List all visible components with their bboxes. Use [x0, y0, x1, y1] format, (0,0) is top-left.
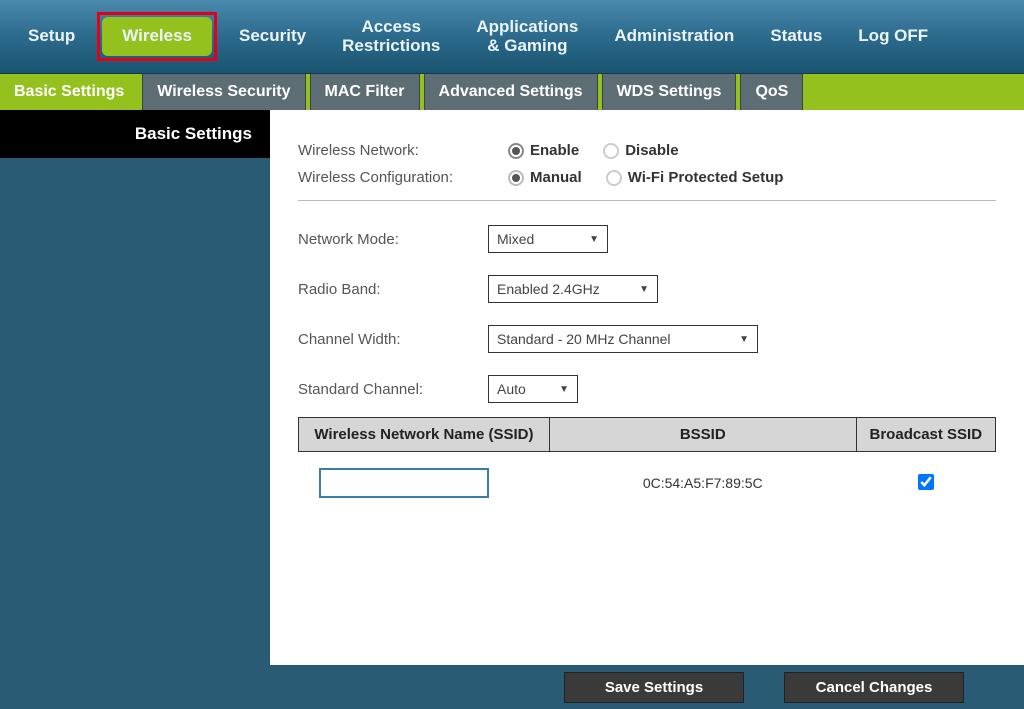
table-row: 0C:54:A5:F7:89:5C: [299, 452, 996, 515]
wireless-config-label: Wireless Configuration:: [298, 169, 508, 186]
radio-wireless-disable[interactable]: [603, 143, 619, 159]
sidebar-footer-bg: [0, 665, 270, 709]
col-broadcast-header: Broadcast SSID: [856, 418, 995, 452]
wireless-network-label: Wireless Network:: [298, 142, 508, 159]
bssid-value: 0C:54:A5:F7:89:5C: [549, 452, 856, 515]
radio-band-value: Enabled 2.4GHz: [497, 281, 600, 297]
network-mode-select[interactable]: Mixed ▼: [488, 225, 608, 253]
nav-setup[interactable]: Setup: [10, 15, 93, 58]
radio-wireless-enable[interactable]: [508, 143, 524, 159]
nav-access-restrictions[interactable]: AccessRestrictions: [324, 12, 458, 61]
tab-basic-settings[interactable]: Basic Settings: [0, 74, 138, 110]
channel-width-select[interactable]: Standard - 20 MHz Channel ▼: [488, 325, 758, 353]
sidebar-title: Basic Settings: [0, 110, 270, 158]
divider: [298, 200, 996, 201]
radio-config-manual[interactable]: [508, 170, 524, 186]
tab-mac-filter[interactable]: MAC Filter: [310, 74, 420, 110]
tab-wireless-security[interactable]: Wireless Security: [142, 74, 305, 110]
nav-administration[interactable]: Administration: [596, 15, 752, 58]
nav-applications-gaming[interactable]: Applications& Gaming: [458, 12, 596, 61]
broadcast-ssid-checkbox[interactable]: [918, 474, 934, 490]
channel-width-value: Standard - 20 MHz Channel: [497, 331, 671, 347]
col-ssid-header: Wireless Network Name (SSID): [299, 418, 550, 452]
nav-logoff[interactable]: Log OFF: [840, 15, 946, 58]
radio-config-manual-label: Manual: [530, 169, 582, 186]
chevron-down-icon: ▼: [639, 284, 649, 295]
tab-qos[interactable]: QoS: [740, 74, 803, 110]
radio-config-wps[interactable]: [606, 170, 622, 186]
footer-bar: Save Settings Cancel Changes: [270, 665, 1024, 709]
nav-wireless[interactable]: Wireless: [102, 17, 212, 56]
content-panel: Wireless Network: Enable Disable Wireles…: [270, 110, 1024, 665]
radio-band-label: Radio Band:: [298, 281, 488, 298]
standard-channel-label: Standard Channel:: [298, 381, 488, 398]
chevron-down-icon: ▼: [559, 384, 569, 395]
ssid-table: Wireless Network Name (SSID) BSSID Broad…: [298, 417, 996, 514]
sidebar: Basic Settings: [0, 110, 270, 665]
radio-wireless-enable-label: Enable: [530, 142, 579, 159]
network-mode-label: Network Mode:: [298, 231, 488, 248]
chevron-down-icon: ▼: [739, 334, 749, 345]
cancel-changes-button[interactable]: Cancel Changes: [784, 672, 964, 703]
nav-wireless-highlight: Wireless: [97, 12, 217, 61]
standard-channel-select[interactable]: Auto ▼: [488, 375, 578, 403]
channel-width-label: Channel Width:: [298, 331, 488, 348]
tab-advanced-settings[interactable]: Advanced Settings: [424, 74, 598, 110]
ssid-input[interactable]: [319, 468, 489, 498]
col-bssid-header: BSSID: [549, 418, 856, 452]
tab-wds-settings[interactable]: WDS Settings: [602, 74, 737, 110]
chevron-down-icon: ▼: [589, 234, 599, 245]
network-mode-value: Mixed: [497, 231, 534, 247]
radio-band-select[interactable]: Enabled 2.4GHz ▼: [488, 275, 658, 303]
save-settings-button[interactable]: Save Settings: [564, 672, 744, 703]
radio-wireless-disable-label: Disable: [625, 142, 678, 159]
radio-config-wps-label: Wi-Fi Protected Setup: [628, 169, 784, 186]
top-navigation: Setup Wireless Security AccessRestrictio…: [0, 0, 1024, 74]
nav-security[interactable]: Security: [221, 15, 324, 58]
sub-navigation: Basic Settings Wireless Security MAC Fil…: [0, 74, 1024, 110]
nav-status[interactable]: Status: [752, 15, 840, 58]
standard-channel-value: Auto: [497, 381, 526, 397]
